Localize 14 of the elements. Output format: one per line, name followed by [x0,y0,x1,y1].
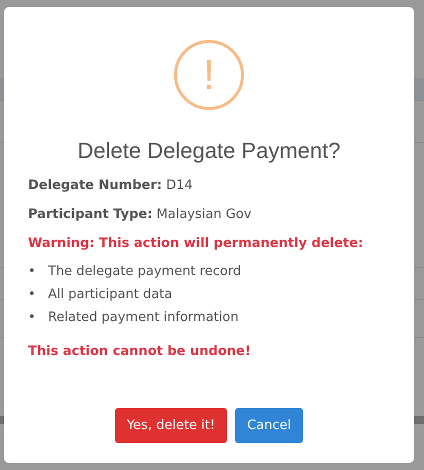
detail-line: Participant Type: Malaysian Gov [28,207,252,222]
bullet: • [28,309,37,326]
list-item: All participant data [48,286,172,303]
dialog-title: Delete Delegate Payment? [78,138,340,164]
list-item: The delegate payment record [48,263,242,280]
warning-icon: ! [174,40,244,110]
warning-text: Warning: This action will permanently delete: [28,236,364,251]
cancel-button[interactable]: Cancel [235,408,304,443]
undo-warning: This action cannot be undone! [28,344,252,359]
delete-button[interactable]: Yes, delete it! [114,408,228,443]
detail-line: Delegate Number: D14 [28,178,194,193]
list-item: Related payment information [48,309,239,326]
bullet: • [28,263,37,280]
bullet: • [28,286,37,303]
